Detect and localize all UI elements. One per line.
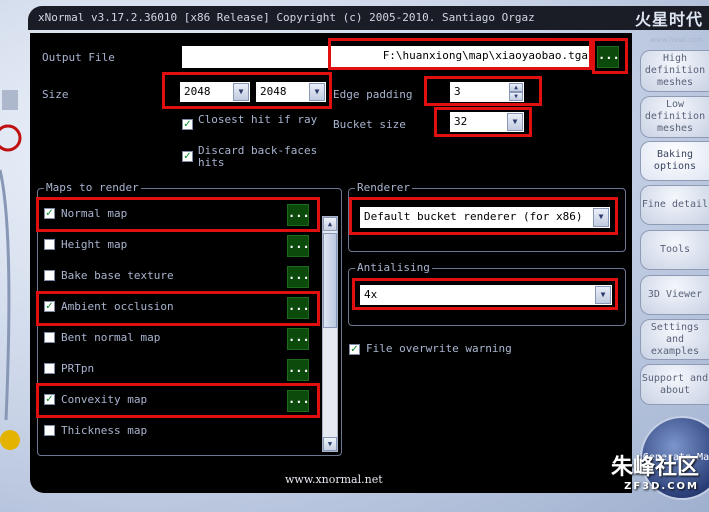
discard-back-faces-line2: hits	[198, 156, 225, 169]
sidebar-item-low-definition-meshes[interactable]: Low definition meshes	[640, 96, 709, 138]
sidebar-item-support-and-about[interactable]: Support and about	[640, 364, 709, 405]
sidebar-item-fine-detail[interactable]: Fine detail	[640, 185, 709, 225]
scroll-thumb[interactable]	[323, 233, 337, 328]
map-label: Bake base texture	[61, 269, 174, 282]
list-item[interactable]: Height map ...	[42, 231, 322, 262]
scroll-up-icon[interactable]: ▲	[323, 217, 337, 231]
sidebar-item-3d-viewer[interactable]: 3D Viewer	[640, 275, 709, 315]
watermark-text: 朱峰社区	[610, 455, 699, 480]
map-label: PRTpn	[61, 362, 95, 375]
renderer-title: Renderer	[355, 181, 412, 194]
map-label: Thickness map	[61, 424, 148, 437]
size-label: Size	[42, 88, 69, 101]
map-settings-button[interactable]: ...	[287, 359, 310, 381]
list-item[interactable]: Bent normal map ...	[42, 324, 322, 355]
edge-padding-label: Edge padding	[333, 88, 413, 101]
left-decoration	[0, 60, 28, 500]
file-overwrite-label: File overwrite warning	[366, 342, 512, 355]
site-logo: 火星时代 www.hxsd.com	[635, 8, 703, 52]
sidebar-item-high-definition-meshes[interactable]: High definition meshes	[640, 50, 709, 92]
window-title: xNormal v3.17.2.36010 [x86 Release] Copy…	[38, 11, 535, 24]
highlight-normal-map	[36, 197, 320, 232]
output-file-label: Output File	[42, 51, 115, 64]
list-item[interactable]: Thickness map	[42, 417, 322, 448]
maps-scrollbar[interactable]: ▲ ▼	[322, 216, 338, 452]
map-checkbox[interactable]	[44, 363, 55, 374]
highlight-size	[162, 72, 332, 109]
map-checkbox[interactable]	[44, 270, 55, 281]
highlight-ambient-occlusion	[36, 291, 320, 326]
site-logo-url: www.hxsd.com	[650, 36, 703, 44]
map-settings-button[interactable]: ...	[287, 266, 310, 288]
map-checkbox[interactable]	[44, 332, 55, 343]
site-logo-text: 火星时代	[634, 10, 703, 29]
list-item[interactable]: PRTpn ...	[42, 355, 322, 386]
footer-url[interactable]: www.xnormal.net	[285, 473, 383, 486]
list-item[interactable]: Bake base texture ...	[42, 262, 322, 293]
map-label: Bent normal map	[61, 331, 161, 344]
discard-back-faces-checkbox[interactable]: ✓	[182, 151, 193, 162]
highlight-output-browse	[592, 38, 628, 74]
map-settings-button[interactable]: ...	[287, 235, 310, 257]
discard-back-faces-label: Discard back-faces hits	[198, 145, 317, 169]
highlight-renderer	[349, 197, 618, 235]
file-overwrite-checkbox[interactable]: ✓	[349, 344, 360, 355]
sidebar-item-tools[interactable]: Tools	[640, 230, 709, 270]
title-bar: xNormal v3.17.2.36010 [x86 Release] Copy…	[28, 6, 709, 44]
sidebar-item-settings-and-examples[interactable]: Settings and examples	[640, 319, 709, 360]
highlight-convexity-map	[36, 383, 320, 418]
map-label: Height map	[61, 238, 128, 251]
highlight-edge-padding	[424, 76, 542, 106]
highlight-bucket-size	[434, 107, 532, 137]
highlight-output-path	[328, 38, 592, 70]
closest-hit-checkbox[interactable]: ✓	[182, 119, 193, 130]
watermark: 朱峰社区 ZF3D.COM	[611, 449, 699, 492]
sidebar-item-baking-options[interactable]: Baking options	[640, 141, 709, 181]
antialiasing-title: Antialising	[355, 261, 432, 274]
maps-to-render-title: Maps to render	[44, 181, 141, 194]
highlight-antialiasing	[352, 278, 618, 310]
map-checkbox[interactable]	[44, 425, 55, 436]
map-checkbox[interactable]	[44, 239, 55, 250]
scroll-down-icon[interactable]: ▼	[323, 437, 337, 451]
watermark-sub: ZF3D.COM	[624, 481, 699, 492]
closest-hit-label: Closest hit if ray	[198, 113, 318, 126]
map-settings-button[interactable]: ...	[287, 328, 310, 350]
bucket-size-label: Bucket size	[333, 118, 406, 131]
